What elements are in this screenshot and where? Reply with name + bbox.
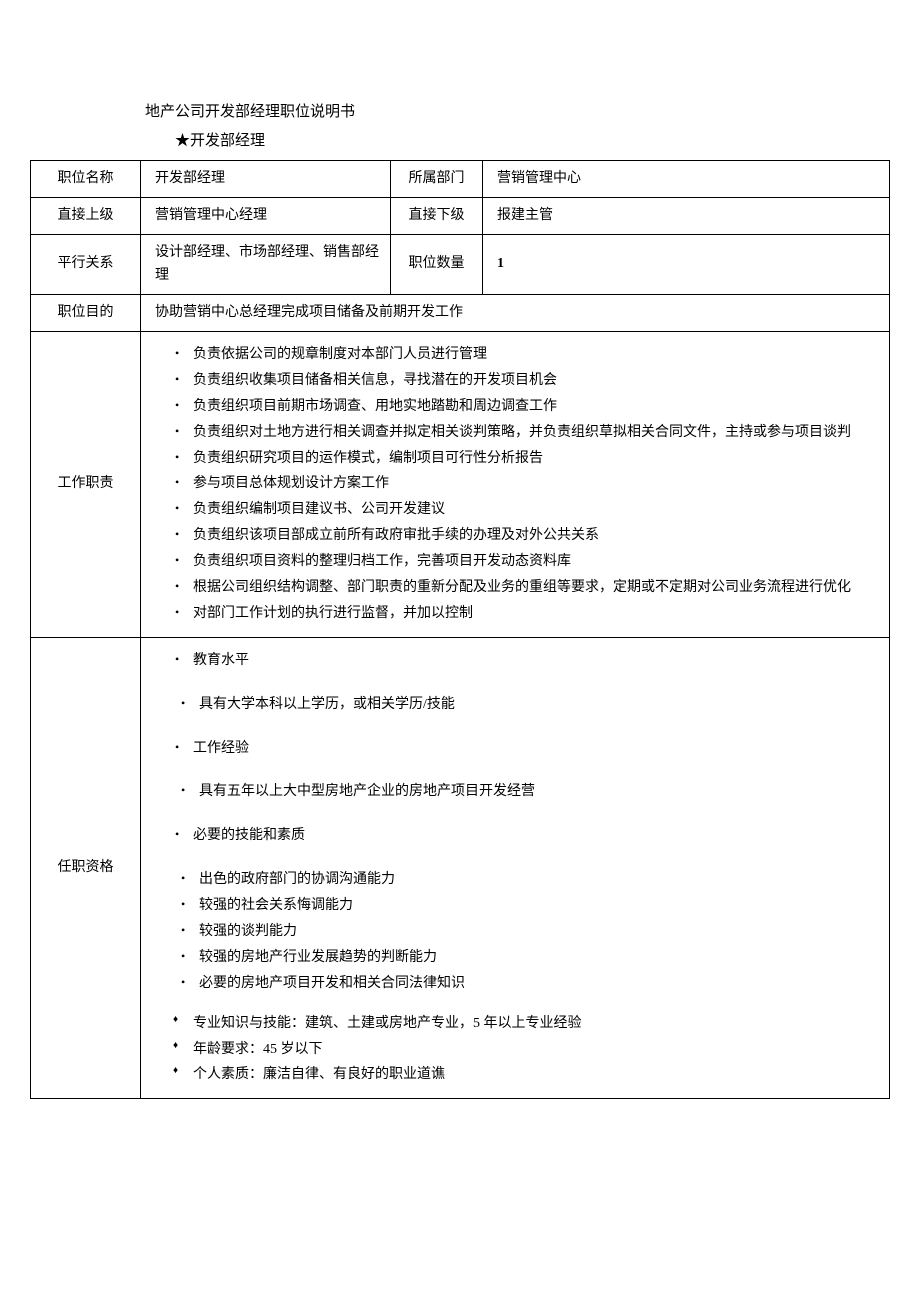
label-subordinate: 直接下级 — [391, 197, 483, 234]
job-spec-table: 职位名称 开发部经理 所属部门 营销管理中心 直接上级 营销管理中心经理 直接下… — [30, 160, 890, 1099]
row-position-name: 职位名称 开发部经理 所属部门 营销管理中心 — [31, 161, 890, 198]
row-qualifications: 任职资格 教育水平 具有大学本科以上学历，或相关学历/技能 工作经验 具有五年以… — [31, 637, 890, 1099]
qual-head: 教育水平 — [171, 648, 877, 674]
qual-sub-item: 具有五年以上大中型房地产企业的房地产项目开发经营 — [171, 779, 877, 805]
value-purpose: 协助营销中心总经理完成项目储备及前期开发工作 — [141, 295, 890, 332]
qual-sub-item: 具有大学本科以上学历，或相关学历/技能 — [171, 692, 877, 718]
document-subtitle: ★开发部经理 — [175, 129, 890, 150]
qual-head: 必要的技能和素质 — [171, 823, 877, 849]
qual-group-2: 必要的技能和素质 — [161, 823, 877, 849]
duty-item: 负责依据公司的规章制度对本部门人员进行管理 — [171, 342, 877, 368]
row-parallel: 平行关系 设计部经理、市场部经理、销售部经理 职位数量 1 — [31, 234, 890, 295]
value-superior: 营销管理中心经理 — [141, 197, 391, 234]
value-qualifications: 教育水平 具有大学本科以上学历，或相关学历/技能 工作经验 具有五年以上大中型房… — [141, 637, 890, 1099]
qual-sub-2: 出色的政府部门的协调沟通能力 较强的社会关系悔调能力 较强的谈判能力 较强的房地… — [161, 867, 877, 996]
label-department: 所属部门 — [391, 161, 483, 198]
qual-diamonds: 专业知识与技能：建筑、土建或房地产专业，5 年以上专业经验 年龄要求：45 岁以… — [161, 1011, 877, 1089]
label-superior: 直接上级 — [31, 197, 141, 234]
qual-group-1: 工作经验 — [161, 736, 877, 762]
duty-item: 参与项目总体规划设计方案工作 — [171, 471, 877, 497]
value-position-name: 开发部经理 — [141, 161, 391, 198]
duty-item: 负责组织项目前期市场调查、用地实地踏勘和周边调查工作 — [171, 394, 877, 420]
qual-sub-item: 较强的谈判能力 — [171, 919, 877, 945]
row-purpose: 职位目的 协助营销中心总经理完成项目储备及前期开发工作 — [31, 295, 890, 332]
document-header: 地产公司开发部经理职位说明书 ★开发部经理 — [145, 100, 890, 150]
label-purpose: 职位目的 — [31, 295, 141, 332]
value-duties: 负责依据公司的规章制度对本部门人员进行管理 负责组织收集项目储备相关信息，寻找潜… — [141, 331, 890, 637]
label-duties: 工作职责 — [31, 331, 141, 637]
value-department: 营销管理中心 — [483, 161, 890, 198]
label-count: 职位数量 — [391, 234, 483, 295]
dept-bold: 营销管 — [497, 171, 539, 186]
label-position-name: 职位名称 — [31, 161, 141, 198]
qual-sub-item: 出色的政府部门的协调沟通能力 — [171, 867, 877, 893]
document-title: 地产公司开发部经理职位说明书 — [145, 100, 890, 121]
duties-list: 负责依据公司的规章制度对本部门人员进行管理 负责组织收集项目储备相关信息，寻找潜… — [161, 342, 877, 627]
value-parallel: 设计部经理、市场部经理、销售部经理 — [141, 234, 391, 295]
duty-item: 负责组织项目资料的整理归档工作，完善项目开发动态资料库 — [171, 549, 877, 575]
row-superior: 直接上级 营销管理中心经理 直接下级 报建主管 — [31, 197, 890, 234]
qual-diamond-item: 专业知识与技能：建筑、土建或房地产专业，5 年以上专业经验 — [171, 1011, 877, 1037]
duty-item: 负责组织编制项目建议书、公司开发建议 — [171, 497, 877, 523]
value-count: 1 — [483, 234, 890, 295]
value-subordinate: 报建主管 — [483, 197, 890, 234]
duty-item: 负责组织研究项目的运作模式，编制项目可行性分析报告 — [171, 446, 877, 472]
duty-item: 负责组织该项目部成立前所有政府审批手续的办理及对外公共关系 — [171, 523, 877, 549]
qual-head: 工作经验 — [171, 736, 877, 762]
duty-item: 负责组织对土地方进行相关调查并拟定相关谈判策略，并负责组织草拟相关合同文件，主持… — [171, 420, 877, 446]
qual-sub-item: 较强的社会关系悔调能力 — [171, 893, 877, 919]
duty-item: 负责组织收集项目储备相关信息，寻找潜在的开发项目机会 — [171, 368, 877, 394]
label-parallel: 平行关系 — [31, 234, 141, 295]
qual-sub-item: 较强的房地产行业发展趋势的判断能力 — [171, 945, 877, 971]
qual-diamond-item: 年龄要求：45 岁以下 — [171, 1037, 877, 1063]
dept-rest: 理中心 — [539, 171, 581, 186]
qual-diamond-item: 个人素质：廉洁自律、有良好的职业道谯 — [171, 1062, 877, 1088]
qual-sub-1: 具有五年以上大中型房地产企业的房地产项目开发经营 — [161, 779, 877, 805]
label-qualifications: 任职资格 — [31, 637, 141, 1099]
row-duties: 工作职责 负责依据公司的规章制度对本部门人员进行管理 负责组织收集项目储备相关信… — [31, 331, 890, 637]
qual-sub-item: 必要的房地产项目开发和相关合同法律知识 — [171, 971, 877, 997]
duty-item: 对部门工作计划的执行进行监督，并加以控制 — [171, 601, 877, 627]
duty-item: 根据公司组织结构调整、部门职责的重新分配及业务的重组等要求，定期或不定期对公司业… — [171, 575, 877, 601]
qual-sub-0: 具有大学本科以上学历，或相关学历/技能 — [161, 692, 877, 718]
qual-group-0: 教育水平 — [161, 648, 877, 674]
